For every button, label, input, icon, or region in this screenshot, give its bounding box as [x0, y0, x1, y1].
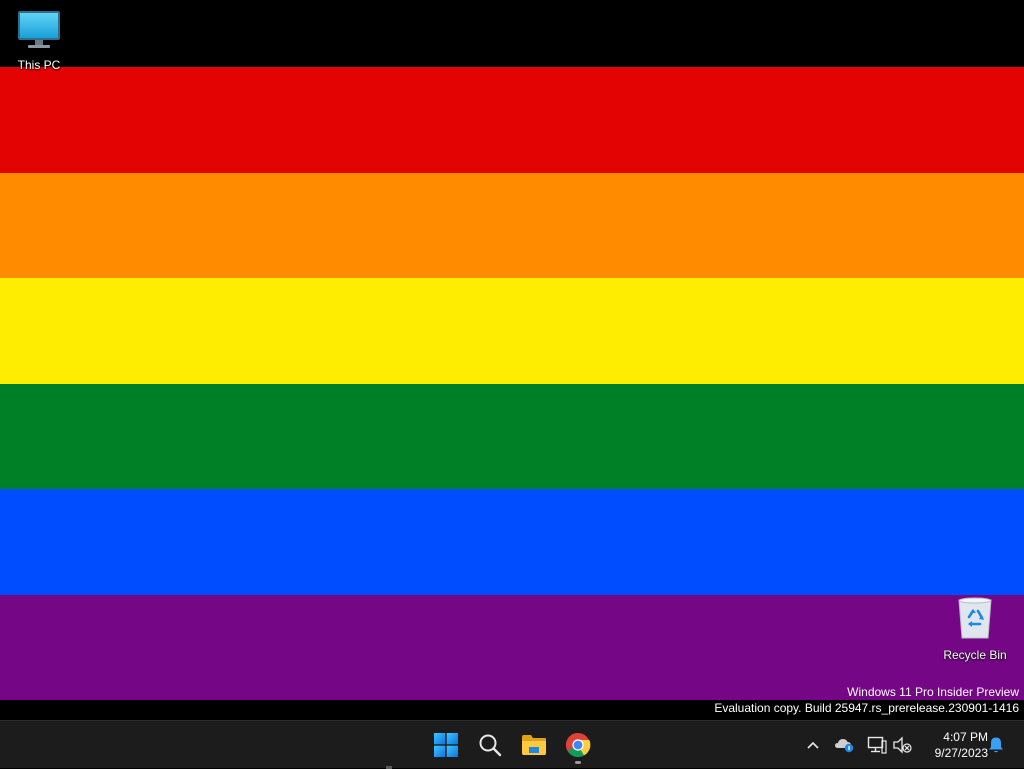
- windows-logo-icon: [434, 733, 458, 757]
- onedrive-tray-button[interactable]: [833, 733, 857, 757]
- volume-muted-icon: [893, 736, 912, 754]
- desktop-icon-label: This PC: [17, 58, 61, 72]
- notification-bell-icon: [989, 737, 1003, 753]
- desktop[interactable]: This PC Recycle Bin Windows 11 Pro Insid…: [0, 0, 1024, 720]
- desktop-icon-label: Recycle Bin: [943, 648, 1007, 662]
- clock-time: 4:07 PM: [943, 730, 988, 744]
- flag-stripe-blue: [0, 489, 1024, 595]
- flag-stripe-green: [0, 383, 1024, 489]
- chrome-button[interactable]: [558, 725, 598, 765]
- watermark-line-2: Evaluation copy. Build 25947.rs_prerelea…: [714, 700, 1019, 715]
- file-explorer-button[interactable]: [514, 725, 554, 765]
- flag-stripe-yellow: [0, 278, 1024, 384]
- search-button[interactable]: [470, 725, 510, 765]
- rainbow-flag-wallpaper: [0, 67, 1024, 700]
- onedrive-icon: [835, 739, 854, 753]
- flag-stripe-red: [0, 67, 1024, 173]
- watermark-line-1: Windows 11 Pro Insider Preview: [847, 685, 1019, 699]
- network-icon: [867, 736, 887, 754]
- desktop-icon-this-pc[interactable]: This PC: [0, 8, 78, 72]
- taskbar-clock[interactable]: 4:07 PM 9/27/2023: [918, 729, 988, 761]
- monitor-icon: [18, 11, 60, 48]
- chevron-up-icon: [807, 741, 819, 749]
- desktop-icon-recycle-bin[interactable]: Recycle Bin: [936, 596, 1014, 662]
- volume-tray-button[interactable]: [890, 733, 914, 757]
- network-tray-button[interactable]: [865, 733, 889, 757]
- evaluation-watermark: Windows 11 Pro Insider Preview Evaluatio…: [714, 685, 1019, 716]
- flag-stripe-orange: [0, 172, 1024, 278]
- taskbar: 4:07 PM 9/27/2023: [0, 720, 1024, 769]
- clock-date: 9/27/2023: [934, 746, 988, 760]
- notification-center-button[interactable]: [984, 733, 1008, 757]
- search-icon: [479, 734, 502, 757]
- chrome-icon: [565, 733, 591, 758]
- show-hidden-icons-button[interactable]: [801, 733, 825, 757]
- start-button[interactable]: [426, 725, 466, 765]
- running-indicator: [575, 761, 581, 764]
- recycle-bin-icon: [958, 597, 992, 639]
- folder-icon: [522, 735, 546, 755]
